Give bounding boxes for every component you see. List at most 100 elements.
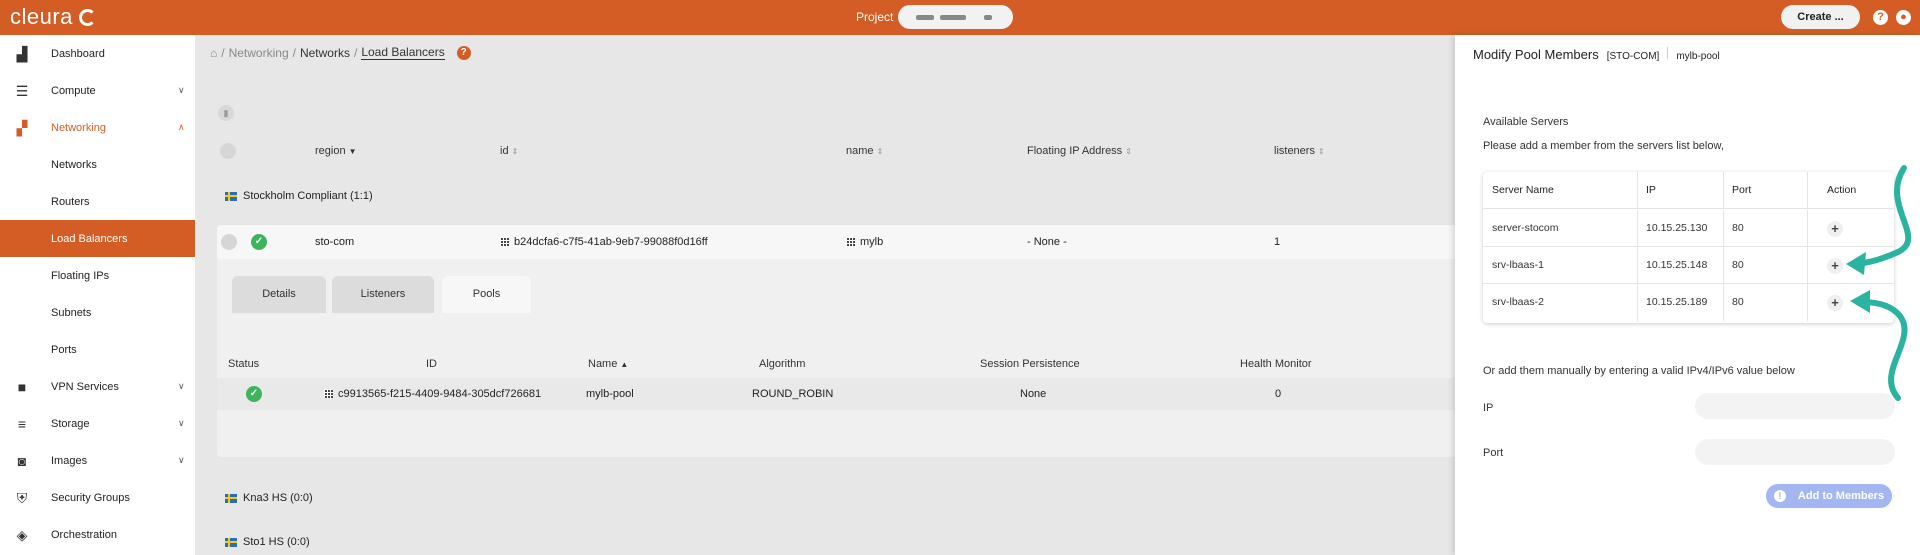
- create-button[interactable]: Create ...: [1781, 5, 1860, 29]
- header-port: Port: [1732, 184, 1752, 196]
- sidebar-item-vpn-services[interactable]: ■ VPN Services ∨: [0, 368, 195, 405]
- chevron-down-icon: ∨: [178, 418, 185, 428]
- tab-details[interactable]: Details: [232, 276, 326, 313]
- add-server-button[interactable]: +: [1827, 258, 1843, 274]
- sidebar-item-label: Images: [51, 454, 88, 467]
- breadcrumb-networks[interactable]: Networks: [300, 46, 350, 60]
- add-server-button[interactable]: +: [1827, 295, 1843, 311]
- sidebar-item-storage[interactable]: ≡ Storage ∨: [0, 405, 195, 442]
- panel-title: Modify Pool Members [STO-COM] mylb-pool: [1473, 47, 1720, 62]
- main-content: ⌂ / Networking / Networks / Load Balance…: [195, 35, 1457, 555]
- header-ip: IP: [1646, 184, 1656, 196]
- server-row: server-stocom 10.15.25.130 80 +: [1483, 210, 1894, 247]
- ip-input[interactable]: [1695, 393, 1895, 419]
- cell-floating-ip: - None -: [1027, 236, 1067, 248]
- tab-listeners[interactable]: Listeners: [332, 276, 434, 313]
- port-input[interactable]: [1695, 439, 1895, 465]
- pool-row[interactable]: ✓ c9913565-f215-4409-9484-305dcf726681 m…: [217, 378, 1457, 410]
- sidebar-item-images[interactable]: ◙ Images ∨: [0, 442, 195, 479]
- server-icon: ☰: [15, 82, 29, 99]
- project-label: Project: [856, 10, 894, 24]
- pool-cell-id[interactable]: c9913565-f215-4409-9484-305dcf726681: [324, 388, 541, 400]
- divider: [1807, 247, 1808, 284]
- breadcrumb-networking[interactable]: Networking: [229, 46, 289, 60]
- sidebar-item-orchestration[interactable]: ◈ Orchestration: [0, 516, 195, 553]
- column-header-floating-ip[interactable]: Floating IP Address ⇕: [1027, 145, 1132, 157]
- panel-title-text: Modify Pool Members: [1473, 47, 1599, 62]
- breadcrumb-separator: /: [292, 45, 296, 60]
- load-balancer-card: ✓ sto-com b24dcfa6-c7f5-41ab-9eb7-99088f…: [217, 225, 1457, 457]
- pool-cell-algorithm: ROUND_ROBIN: [752, 388, 834, 400]
- cleura-logo[interactable]: cleura: [10, 4, 96, 30]
- sort-icon: ⇕: [1125, 147, 1132, 156]
- sidebar: ▟ Dashboard ☰ Compute ∨ ▞ Networking ∧ N…: [0, 35, 195, 555]
- pool-header-name[interactable]: Name ▲: [588, 358, 628, 370]
- cell-listeners: 1: [1274, 236, 1281, 248]
- status-ok-icon: ✓: [246, 386, 262, 402]
- divider: [1637, 172, 1638, 209]
- column-header-listeners[interactable]: listeners ⇕: [1274, 145, 1325, 157]
- server-port: 80: [1732, 259, 1744, 271]
- database-icon: ≡: [17, 415, 27, 432]
- region-group-label: Sto1 HS (0:0): [243, 536, 310, 548]
- sidebar-item-networking[interactable]: ▞ Networking ∧: [0, 109, 195, 146]
- region-group-sto1[interactable]: Sto1 HS (0:0): [225, 536, 310, 548]
- cell-id[interactable]: b24dcfa6-c7f5-41ab-9eb7-99088f0d16ff: [500, 236, 708, 248]
- orchestration-icon: ◈: [16, 526, 28, 543]
- sidebar-item-networks[interactable]: Networks: [0, 146, 195, 183]
- sidebar-item-ports[interactable]: Ports: [0, 331, 195, 368]
- sidebar-item-security-groups[interactable]: ⛨ Security Groups: [0, 479, 195, 516]
- redacted-text: [984, 15, 992, 20]
- column-header-name[interactable]: name ⇕: [846, 145, 883, 157]
- home-icon[interactable]: ⌂: [210, 46, 217, 60]
- column-header-id[interactable]: id ⇕: [500, 145, 518, 157]
- project-select[interactable]: [898, 5, 1013, 29]
- modify-pool-members-panel: Modify Pool Members [STO-COM] mylb-pool …: [1455, 35, 1920, 555]
- sidebar-item-label: Ports: [51, 343, 77, 356]
- user-icon[interactable]: ●: [1896, 10, 1911, 25]
- sidebar-item-subnets[interactable]: Subnets: [0, 294, 195, 331]
- chevron-down-icon: ∨: [178, 455, 185, 465]
- sidebar-item-dashboard[interactable]: ▟ Dashboard: [0, 35, 195, 72]
- instruction-text: Please add a member from the servers lis…: [1483, 140, 1724, 152]
- divider: [1807, 172, 1808, 209]
- sidebar-item-label: Subnets: [51, 306, 92, 319]
- sidebar-item-label: Networks: [51, 158, 97, 171]
- column-header-label: name: [846, 145, 874, 157]
- server-port: 80: [1732, 296, 1744, 308]
- breadcrumb-load-balancers[interactable]: Load Balancers: [361, 45, 445, 60]
- region-group-kna3[interactable]: Kna3 HS (0:0): [225, 492, 313, 504]
- row-checkbox[interactable]: [221, 234, 237, 250]
- resource-icon: [846, 237, 855, 246]
- server-ip: 10.15.25.130: [1646, 222, 1708, 234]
- server-port: 80: [1732, 222, 1744, 234]
- logo-text: cleura: [10, 4, 73, 29]
- sidebar-item-label: Orchestration: [51, 528, 118, 541]
- select-all-checkbox[interactable]: [220, 143, 236, 159]
- column-header-label: id: [500, 145, 509, 157]
- sort-asc-icon: ▲: [620, 360, 629, 369]
- pool-header-health: Health Monitor: [1240, 358, 1312, 370]
- chevron-down-icon: ∨: [178, 85, 185, 95]
- sidebar-item-label: Dashboard: [51, 47, 105, 60]
- sidebar-item-routers[interactable]: Routers: [0, 183, 195, 220]
- sidebar-item-load-balancers[interactable]: Load Balancers: [0, 220, 195, 257]
- tab-pools[interactable]: Pools: [442, 276, 531, 313]
- help-icon[interactable]: ?: [1873, 10, 1888, 25]
- pool-header-label: Name: [588, 358, 618, 370]
- table-row[interactable]: ✓ sto-com b24dcfa6-c7f5-41ab-9eb7-99088f…: [217, 225, 1457, 259]
- region-group-stockholm[interactable]: Stockholm Compliant (1:1): [225, 190, 373, 202]
- trash-icon[interactable]: ▮: [218, 105, 234, 121]
- network-icon: ▞: [16, 119, 28, 136]
- sidebar-item-compute[interactable]: ☰ Compute ∨: [0, 72, 195, 109]
- server-name: srv-lbaas-2: [1492, 296, 1544, 308]
- cell-name-text: mylb: [860, 236, 884, 248]
- sort-desc-icon: ▼: [348, 147, 357, 156]
- add-to-members-label: Add to Members: [1797, 490, 1885, 502]
- cell-name[interactable]: mylb: [846, 236, 883, 248]
- add-to-members-button[interactable]: ! Add to Members: [1766, 484, 1892, 508]
- sidebar-item-floating-ips[interactable]: Floating IPs: [0, 257, 195, 294]
- column-header-region[interactable]: region ▼: [315, 145, 357, 157]
- help-icon[interactable]: ?: [456, 45, 471, 60]
- add-server-button[interactable]: +: [1827, 221, 1843, 237]
